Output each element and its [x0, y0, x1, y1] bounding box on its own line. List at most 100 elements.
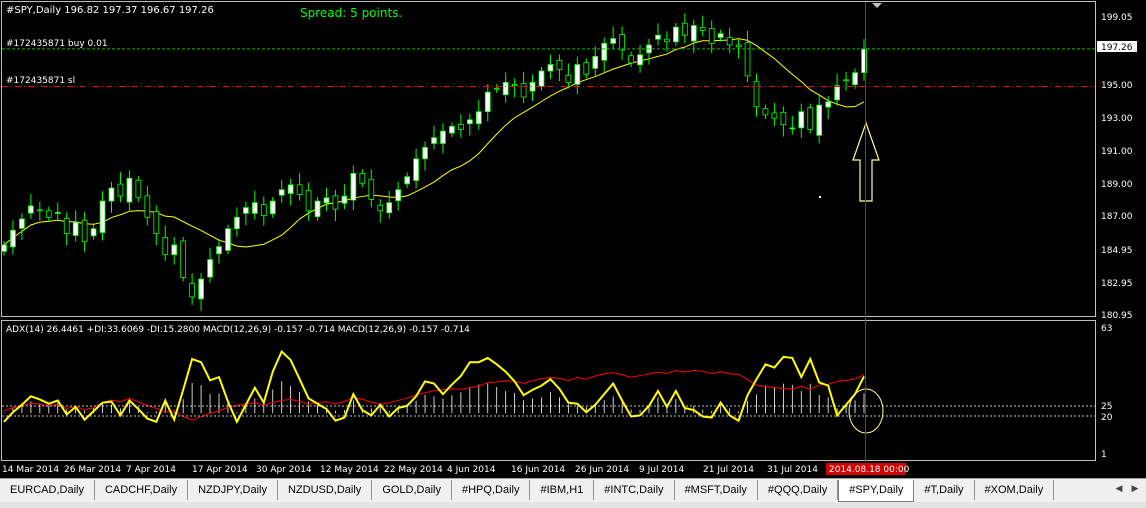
cursor-time-label: 2014.08.18 00:00	[829, 465, 910, 475]
candlestick-series	[1, 13, 867, 311]
price-tick: 180.95	[1101, 311, 1133, 321]
candle-body	[422, 147, 428, 160]
chart-shift-marker[interactable]	[872, 3, 882, 8]
candle-body	[234, 216, 240, 230]
current-price-label: 197.26	[1101, 43, 1133, 53]
candle-body	[287, 184, 294, 194]
time-label: 17 Apr 2014	[192, 465, 248, 475]
candle-body	[90, 228, 97, 237]
candle-body	[260, 204, 267, 217]
candle-body	[198, 278, 204, 300]
indicator-tick: 1	[1101, 450, 1107, 460]
candle-body	[431, 137, 437, 144]
candle-body	[762, 108, 769, 116]
tab-scroll-left-icon[interactable]: ◀	[1112, 482, 1126, 496]
candle-body	[637, 54, 643, 66]
buy-order-label: #172435871 buy 0.01	[6, 39, 108, 49]
price-tick: 182.95	[1101, 279, 1133, 289]
candle-body	[117, 183, 124, 197]
candle-body	[1, 244, 7, 252]
candle-body	[404, 176, 410, 185]
time-label: 26 Mar 2014	[64, 465, 121, 475]
horizontal-scrollbar[interactable]	[0, 502, 1146, 508]
candle-body	[690, 25, 697, 42]
tab-spy-daily[interactable]: #SPY,Daily	[838, 480, 915, 502]
tab-intc-daily[interactable]: #INTC,Daily	[594, 480, 675, 500]
candle-body	[780, 111, 787, 126]
candle-body	[511, 83, 518, 87]
price-tick: 187.00	[1101, 212, 1133, 222]
tab-msft-daily[interactable]: #MSFT,Daily	[675, 480, 758, 500]
candle-body	[243, 207, 249, 214]
tab-nzdusd-daily[interactable]: NZDUSD,Daily	[278, 480, 373, 500]
chart-area[interactable]: #SPY,Daily 196.82 197.37 196.67 197.26 S…	[0, 0, 1146, 478]
candle-body	[341, 195, 348, 204]
candle-body	[735, 44, 742, 48]
price-tick: 189.00	[1101, 180, 1133, 190]
candle-body	[753, 81, 760, 108]
candle-body	[332, 195, 339, 210]
tab-nzdjpy-daily[interactable]: NZDJPY,Daily	[188, 480, 278, 500]
time-label: 4 Jun 2014	[447, 465, 496, 475]
candle-body	[789, 127, 796, 130]
time-label: 26 Jun 2014	[575, 465, 629, 475]
price-tick: 195.00	[1101, 81, 1133, 91]
candle-body	[225, 228, 231, 251]
candle-body	[475, 111, 482, 125]
tab-ibm-h1[interactable]: #IBM,H1	[530, 480, 595, 500]
candle-body	[278, 189, 285, 196]
candle-body	[386, 202, 393, 214]
time-label: 12 May 2014	[320, 465, 379, 475]
candle-body	[843, 79, 849, 82]
time-label: 16 Jun 2014	[511, 465, 565, 475]
candle-body	[664, 38, 670, 43]
time-label: 14 Mar 2014	[2, 465, 59, 475]
tab-gold-daily[interactable]: GOLD,Daily	[372, 480, 452, 500]
candle-body	[72, 221, 79, 236]
tab-scroll-right-icon[interactable]: ▶	[1128, 482, 1142, 496]
tab-eurcad-daily[interactable]: EURCAD,Daily	[0, 480, 95, 500]
price-tick: 191.00	[1101, 147, 1133, 157]
candle-body	[171, 244, 178, 256]
tab-navigation: ◀ ▶	[1112, 482, 1142, 496]
candle-body	[81, 219, 88, 243]
candle-body	[717, 33, 724, 38]
tab-hpq-daily[interactable]: #HPQ,Daily	[452, 480, 531, 500]
price-tick: 199.05	[1101, 13, 1133, 23]
dot-marker	[819, 196, 821, 198]
candle-body	[628, 55, 634, 64]
candle-body	[502, 81, 509, 96]
tab-cadchf-daily[interactable]: CADCHF,Daily	[95, 480, 189, 500]
candle-body	[99, 200, 106, 233]
tab-qqq-daily[interactable]: #QQQ,Daily	[758, 480, 839, 500]
candle-body	[771, 112, 778, 119]
indicator-tick: 20	[1101, 413, 1113, 423]
candle-body	[413, 158, 419, 181]
candle-body	[216, 246, 222, 255]
candle-body	[556, 60, 563, 70]
candle-body	[19, 218, 25, 229]
candle-body	[529, 81, 536, 92]
chart-tab-bar: EURCAD,Daily CADCHF,Daily NZDJPY,Daily NZDU…	[0, 478, 1146, 508]
candle-body	[565, 74, 572, 83]
tab-t-daily[interactable]: #T,Daily	[914, 480, 975, 500]
indicator-tick: 25	[1101, 402, 1112, 412]
candle-body	[601, 42, 608, 61]
candle-body	[314, 200, 321, 218]
tab-xom-daily[interactable]: #XOM,Daily	[975, 480, 1055, 500]
candle-body	[458, 123, 464, 130]
candle-body	[251, 202, 258, 214]
candle-body	[547, 64, 554, 72]
candle-body	[296, 184, 303, 195]
candle-body	[180, 240, 187, 278]
candle-body	[368, 178, 375, 200]
candle-body	[126, 177, 133, 203]
indicator-tick: 63	[1101, 324, 1112, 334]
tab-strip: EURCAD,Daily CADCHF,Daily NZDJPY,Daily NZDU…	[0, 480, 1055, 502]
candle-body	[699, 27, 706, 31]
time-label: 31 Jul 2014	[767, 465, 818, 475]
candle-body	[708, 28, 715, 44]
candle-body	[834, 85, 840, 101]
spread-text: Spread: 5 points.	[300, 6, 402, 20]
chart-canvas[interactable]: #SPY,Daily 196.82 197.37 196.67 197.26 S…	[0, 0, 1146, 478]
